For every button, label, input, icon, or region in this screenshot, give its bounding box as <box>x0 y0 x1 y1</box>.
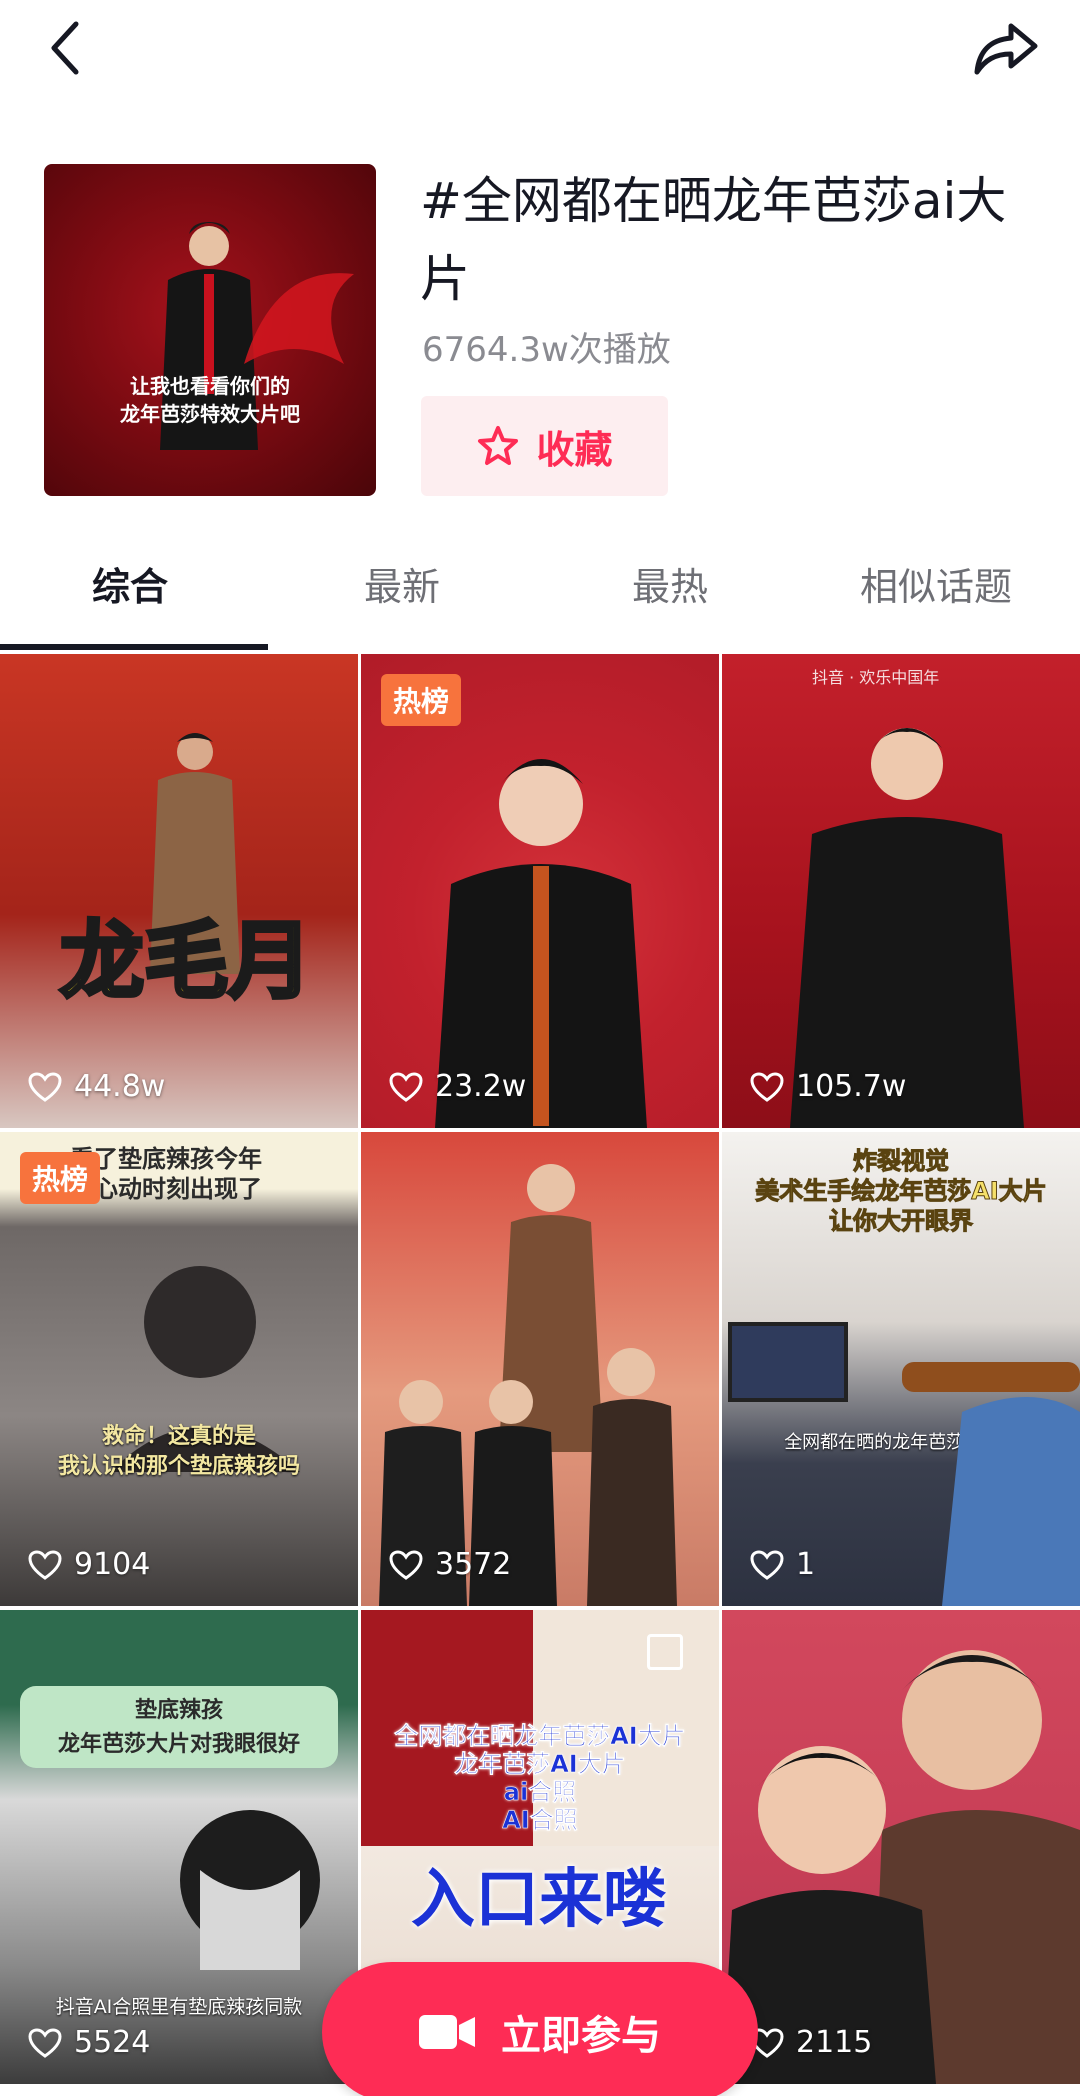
top-bar <box>0 0 1080 110</box>
video-camera-icon <box>419 2015 475 2049</box>
hot-list-badge: 热榜 <box>381 674 462 726</box>
laptop-screen <box>728 1322 848 1402</box>
watermark-text: 抖音 · 欢乐中国年 <box>812 668 940 687</box>
top-caption-line1: 垫底辣孩 <box>134 1698 223 1723</box>
video-tile[interactable]: 2115 <box>722 1610 1080 2084</box>
favorite-button[interactable]: 收藏 <box>421 396 668 496</box>
chevron-left-icon <box>51 21 79 75</box>
share-button[interactable] <box>970 18 1042 78</box>
person-figure <box>902 1362 1080 1606</box>
heart-outline-icon <box>389 1071 423 1102</box>
overlay-title: 龙毛月 <box>58 910 314 1012</box>
heart-outline-icon <box>389 1549 423 1580</box>
person-figures <box>722 1650 1080 2084</box>
tab-indicator <box>0 644 268 650</box>
tab-bar: 综合 最新 最热 相似话题 <box>0 556 1080 652</box>
group-figures <box>379 1164 677 1606</box>
person-figure <box>790 728 1024 1128</box>
cover-caption: 让我也看看你们的 龙年芭莎特效大片吧 <box>44 372 376 428</box>
like-count: 3572 <box>389 1547 511 1582</box>
top-caption-line1: 全网都在晒龙年芭莎AI大片 <box>394 1722 686 1751</box>
like-count-value: 23.2w <box>435 1069 527 1104</box>
like-count-value: 3572 <box>435 1547 512 1582</box>
like-count-value: 44.8w <box>74 1069 166 1104</box>
back-button[interactable] <box>40 18 90 78</box>
top-caption-line2: 龙年芭莎大片对我眼很好 <box>57 1732 300 1757</box>
like-count: 1 <box>750 1547 815 1582</box>
top-caption-line3: 让你大开眼界 <box>829 1207 974 1236</box>
tab-hottest[interactable]: 最热 <box>632 556 708 636</box>
heart-outline-icon <box>750 1549 784 1580</box>
heart-outline-icon <box>28 1071 62 1102</box>
image-set-icon <box>647 1634 683 1670</box>
like-count: 44.8w <box>28 1069 165 1104</box>
video-tile[interactable]: 龙毛月 44.8w <box>0 654 358 1128</box>
like-count: 2115 <box>750 2025 872 2060</box>
play-count: 6764.3w次播放 <box>422 330 671 370</box>
top-caption-line1: 炸裂视觉 <box>853 1147 950 1176</box>
video-tile[interactable]: 看了垫底辣孩今年 个心动时刻出现了 救命！这真的是 我认识的那个垫底辣孩吗 热榜… <box>0 1132 358 1606</box>
top-caption: 全网都在晒龙年芭莎AI大片 龙年芭莎AI大片 ai合照 AI合照 <box>361 1722 719 1835</box>
top-caption-line4: AI合照 <box>502 1806 578 1835</box>
join-challenge-button[interactable]: 立即参与 <box>322 1962 758 2096</box>
overlay-title: 入口来喽 <box>411 1863 667 1937</box>
video-tile[interactable]: 3572 <box>361 1132 719 1606</box>
top-caption-line3: ai合照 <box>503 1778 577 1807</box>
like-count: 9104 <box>28 1547 150 1582</box>
top-caption-line2: 龙年芭莎AI大片 <box>454 1750 626 1779</box>
person-figure <box>180 1810 320 1970</box>
video-tile[interactable]: 炸裂视觉 美术生手绘龙年芭莎AI大片 让你大开眼界 全网都在晒的龙年芭莎AI大片… <box>722 1132 1080 1606</box>
like-count-value: 5524 <box>74 2025 151 2060</box>
sub-caption-line1: 救命！这真的是 <box>101 1424 256 1449</box>
cover-caption-line1: 让我也看看你们的 <box>130 374 290 398</box>
share-arrow-icon <box>974 23 1038 75</box>
sub-caption: 救命！这真的是 我认识的那个垫底辣孩吗 <box>0 1422 358 1482</box>
hot-list-badge: 热榜 <box>20 1152 101 1204</box>
star-outline-icon <box>478 426 519 465</box>
tab-similar-topics[interactable]: 相似话题 <box>860 556 1012 636</box>
tab-overall[interactable]: 综合 <box>92 556 168 636</box>
heart-outline-icon <box>28 1549 62 1580</box>
video-tile[interactable]: 抖音 · 欢乐中国年 105.7w <box>722 654 1080 1128</box>
like-count-value: 105.7w <box>796 1069 907 1104</box>
like-count-value: 1 <box>796 1547 816 1582</box>
like-count: 23.2w <box>389 1069 526 1104</box>
like-count-value: 2115 <box>796 2025 873 2060</box>
cover-caption-line2: 龙年芭莎特效大片吧 <box>120 402 300 426</box>
tab-latest[interactable]: 最新 <box>364 556 440 636</box>
topic-title: #全网都在晒龙年芭莎ai大片 <box>420 172 1007 308</box>
top-caption-line2: 美术生手绘龙年芭莎AI大片 <box>755 1177 1048 1206</box>
like-count: 105.7w <box>750 1069 906 1104</box>
like-count: 5524 <box>28 2025 150 2060</box>
cover-dragon-decor <box>244 273 354 364</box>
top-caption: 炸裂视觉 美术生手绘龙年芭莎AI大片 让你大开眼界 <box>722 1146 1080 1236</box>
top-caption: 垫底辣孩 龙年芭莎大片对我眼很好 <box>20 1686 338 1768</box>
heart-outline-icon <box>28 2027 62 2058</box>
heart-outline-icon <box>750 1071 784 1102</box>
video-tile[interactable]: 热榜 23.2w <box>361 654 719 1128</box>
sub-caption-line2: 我认识的那个垫底辣孩吗 <box>57 1454 300 1479</box>
join-challenge-label: 立即参与 <box>501 2013 661 2059</box>
favorite-label: 收藏 <box>536 427 613 472</box>
like-count-value: 9104 <box>74 1547 151 1582</box>
sub-caption: 抖音AI合照里有垫底辣孩同款 <box>55 1996 303 2018</box>
video-tile[interactable]: 垫底辣孩 龙年芭莎大片对我眼很好 抖音AI合照里有垫底辣孩同款 5524 <box>0 1610 358 2084</box>
topic-cover-image: 让我也看看你们的 龙年芭莎特效大片吧 <box>44 164 376 496</box>
